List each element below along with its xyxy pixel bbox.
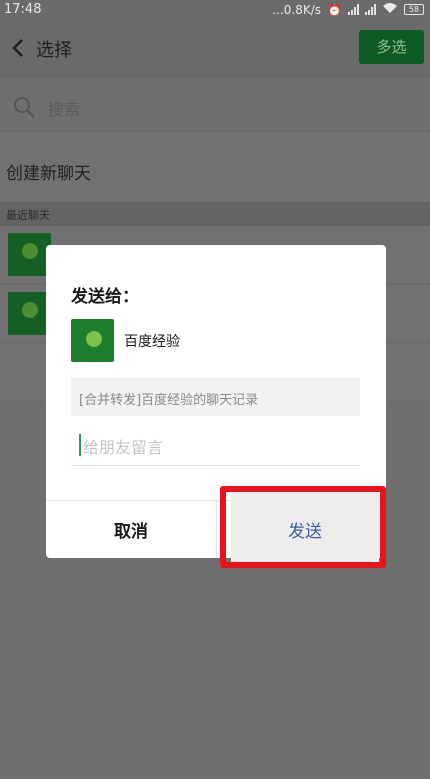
signal-icon-2 xyxy=(365,4,376,15)
search-placeholder: 搜索 xyxy=(48,100,81,119)
button-separator xyxy=(216,501,217,558)
status-icons: ...0.8K/s ⏰ 58 xyxy=(272,2,424,17)
signal-icon xyxy=(348,4,359,15)
forward-record-preview: [合并转发]百度经验的聊天记录 xyxy=(71,378,360,416)
multi-select-button[interactable]: 多选 xyxy=(359,30,424,64)
search-bar[interactable]: 搜索 xyxy=(0,80,430,132)
recent-chats-label: 最近聊天 xyxy=(6,209,50,222)
cancel-button[interactable]: 取消 xyxy=(46,501,216,558)
contact-avatar xyxy=(71,319,114,362)
chat-avatar xyxy=(8,292,51,335)
contact-name: 百度经验 xyxy=(124,334,180,350)
dialog-title: 发送给： xyxy=(71,287,139,307)
page-title: 选择 xyxy=(36,40,72,61)
status-time: 17:48 xyxy=(4,2,42,17)
send-to-dialog: 发送给： 百度经验 [合并转发]百度经验的聊天记录 取消 发送 xyxy=(46,245,386,565)
send-button[interactable]: 发送 xyxy=(231,493,379,565)
status-bar: 17:48 ...0.8K/s ⏰ 58 xyxy=(0,0,430,20)
text-cursor xyxy=(79,434,81,456)
network-speed: ...0.8K/s xyxy=(272,2,322,17)
header-bar: 选择 多选 xyxy=(0,20,430,78)
battery-icon: 58 xyxy=(404,4,424,15)
contact-avatar-dot xyxy=(86,331,102,347)
new-chat-item[interactable]: 创建新聊天 xyxy=(0,132,430,202)
search-icon xyxy=(14,97,35,118)
wifi-icon xyxy=(382,2,398,17)
recent-chats-header: 最近聊天 xyxy=(0,202,430,226)
message-input[interactable] xyxy=(83,434,353,460)
chat-avatar xyxy=(8,233,51,276)
alarm-icon: ⏰ xyxy=(327,2,342,17)
back-arrow-icon[interactable] xyxy=(8,36,30,60)
message-field[interactable] xyxy=(71,434,360,466)
new-chat-label: 创建新聊天 xyxy=(6,164,91,184)
